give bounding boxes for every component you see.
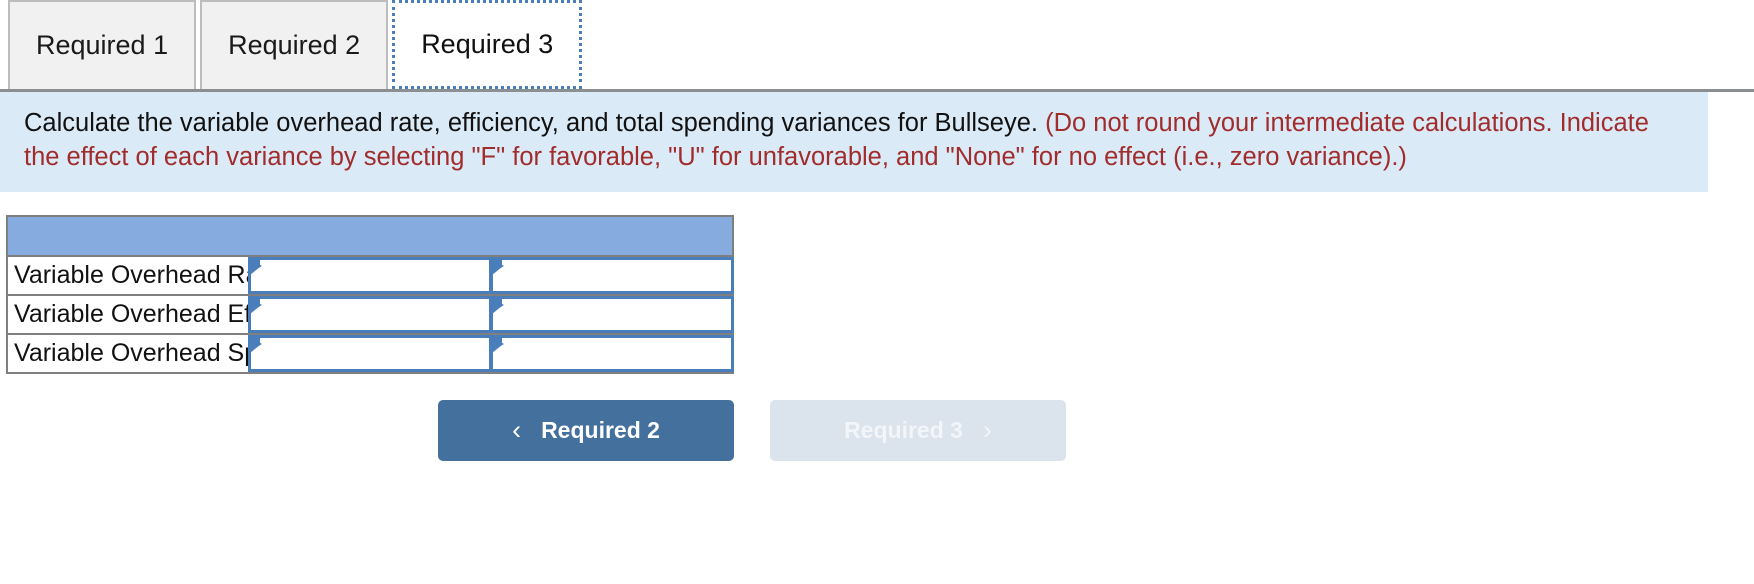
table-header-row (6, 215, 734, 258)
table-row: Variable Overhead Rate Variance (6, 255, 734, 297)
tab-required-2-label: Required 2 (228, 30, 361, 60)
cell-marker-icon (250, 298, 262, 315)
next-required-3-button: Required 3 › (770, 400, 1066, 462)
cell-marker-icon (492, 298, 504, 315)
effect-input-cell-rate-variance[interactable] (490, 255, 734, 297)
instruction-main-text: Calculate the variable overhead rate, ef… (24, 109, 1038, 137)
cell-marker-icon (492, 337, 504, 354)
chevron-left-icon: ‹ (512, 415, 522, 446)
prev-required-2-button[interactable]: ‹ Required 2 (438, 400, 734, 462)
tab-required-3-label: Required 3 (421, 29, 554, 59)
effect-input-cell-spending-variance[interactable] (490, 333, 734, 375)
table-header-cell (6, 215, 734, 258)
amount-input-rate-variance[interactable] (248, 257, 492, 295)
prev-button-label: Required 2 (541, 417, 660, 444)
tab-required-2[interactable]: Required 2 (200, 0, 389, 89)
row-label-efficiency-variance: Variable Overhead Efficiency Variance (6, 294, 438, 336)
variance-answer-table: Variable Overhead Rate Variance Variable… (6, 215, 734, 375)
next-button-label: Required 3 (844, 417, 963, 444)
navigation-button-row: ‹ Required 2 Required 3 › (438, 400, 1754, 462)
amount-input-efficiency-variance[interactable] (248, 296, 492, 334)
amount-input-cell-rate-variance[interactable] (248, 255, 492, 297)
chevron-right-icon: › (982, 415, 992, 446)
effect-input-efficiency-variance[interactable] (490, 296, 734, 334)
amount-input-spending-variance[interactable] (248, 335, 492, 373)
effect-input-rate-variance[interactable] (490, 257, 734, 295)
amount-input-cell-spending-variance[interactable] (248, 333, 492, 375)
tab-required-1[interactable]: Required 1 (8, 0, 197, 89)
table-row: Variable Overhead Efficiency Variance (6, 294, 734, 336)
answer-table-wrapper: Variable Overhead Rate Variance Variable… (6, 215, 734, 375)
tab-required-3[interactable]: Required 3 (392, 0, 583, 89)
row-label-rate-variance: Variable Overhead Rate Variance (6, 255, 384, 297)
cell-marker-icon (250, 259, 262, 276)
required-tab-strip: Required 1 Required 2 Required 3 (0, 0, 1754, 92)
instruction-banner: Calculate the variable overhead rate, ef… (0, 92, 1708, 193)
cell-marker-icon (492, 259, 504, 276)
cell-marker-icon (250, 337, 262, 354)
amount-input-cell-efficiency-variance[interactable] (248, 294, 492, 336)
effect-input-spending-variance[interactable] (490, 335, 734, 373)
table-row: Variable Overhead Spending Variance (6, 333, 734, 375)
tab-required-1-label: Required 1 (36, 30, 169, 60)
effect-input-cell-efficiency-variance[interactable] (490, 294, 734, 336)
row-label-spending-variance: Variable Overhead Spending Variance (6, 333, 437, 375)
